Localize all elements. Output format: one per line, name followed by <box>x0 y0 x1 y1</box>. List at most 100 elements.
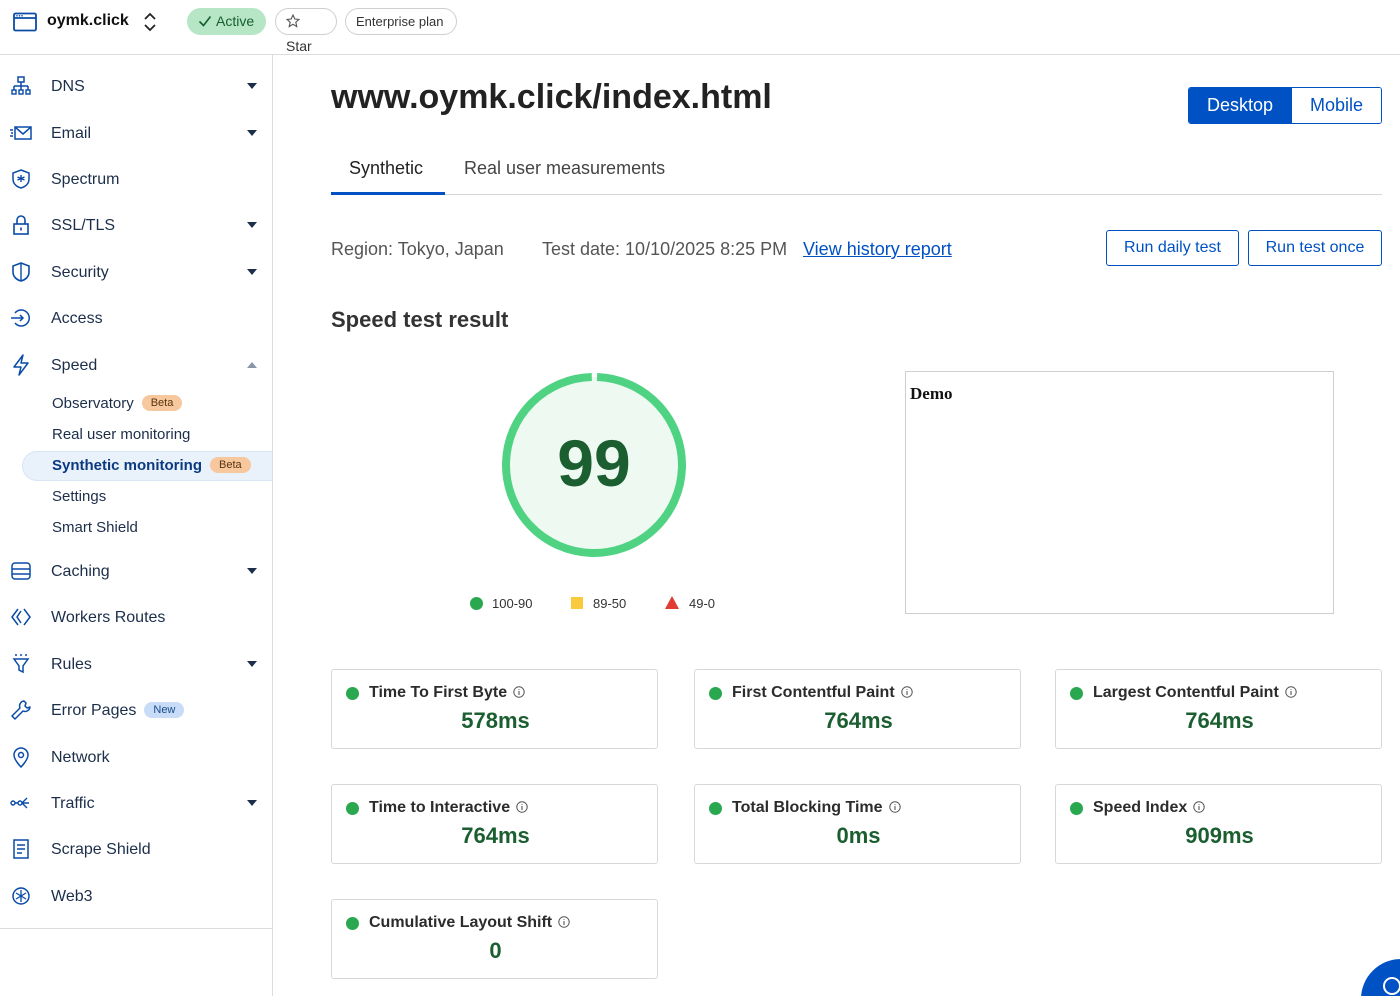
info-icon[interactable] <box>888 801 901 813</box>
triangle-icon <box>665 596 679 609</box>
sidebar-divider <box>0 928 272 929</box>
sidebar-item-speed[interactable]: Speed <box>0 347 272 383</box>
sidebar-item-web3[interactable]: Web3 <box>0 878 272 914</box>
sidebar-item-label: Web3 <box>51 888 93 905</box>
active-tab-indicator <box>331 192 445 195</box>
chat-icon <box>1383 977 1400 995</box>
sidebar: DNS Email Spectrum SSL/TLS Security Acce… <box>0 55 273 996</box>
section-title: Speed test result <box>331 307 509 332</box>
sidebar-subitem-settings[interactable]: Settings <box>22 482 272 512</box>
sidebar-item-label: Network <box>51 749 110 766</box>
sidebar-subitem-observatory[interactable]: Observatory Beta <box>22 389 272 419</box>
rules-icon <box>12 654 30 674</box>
info-icon[interactable] <box>513 686 525 698</box>
metric-value: 578ms <box>461 708 530 733</box>
caret-down-icon <box>247 130 257 136</box>
metric-name: Cumulative Layout Shift <box>369 914 553 931</box>
metric-card-tbt: Total Blocking Time 0ms <box>694 784 1021 864</box>
sidebar-item-dns[interactable]: DNS <box>0 68 272 104</box>
desktop-toggle-button[interactable]: Desktop <box>1189 88 1291 123</box>
info-icon[interactable] <box>558 916 570 928</box>
sidebar-item-workers-routes[interactable]: Workers Routes <box>0 599 272 635</box>
spectrum-icon <box>12 169 30 189</box>
info-icon[interactable] <box>1285 686 1297 698</box>
sidebar-item-security[interactable]: Security <box>0 254 272 290</box>
status-dot-icon <box>346 802 359 815</box>
page-screenshot-preview: Demo <box>905 371 1334 614</box>
status-dot-icon <box>346 917 359 930</box>
sidebar-item-label: Spectrum <box>51 171 120 188</box>
status-dot-icon <box>1070 687 1083 700</box>
bolt-icon <box>13 354 29 376</box>
sidebar-item-label: Speed <box>51 357 98 374</box>
metric-name: Speed Index <box>1093 799 1188 816</box>
sidebar-subitem-real-user-monitoring[interactable]: Real user monitoring <box>22 420 272 450</box>
sidebar-item-email[interactable]: Email <box>0 115 272 151</box>
status-dot-icon <box>709 687 722 700</box>
region-text: Region: Tokyo, Japan <box>331 239 504 259</box>
sidebar-item-scrape-shield[interactable]: Scrape Shield <box>0 831 272 867</box>
sidebar-item-rules[interactable]: Rules <box>0 646 272 682</box>
tab-real-user-measurements[interactable]: Real user measurements <box>464 156 665 180</box>
info-icon[interactable] <box>516 801 528 813</box>
sidebar-item-label: Error Pages <box>51 702 137 719</box>
device-toggle: Desktop Mobile <box>1188 87 1382 124</box>
location-pin-icon <box>13 747 29 768</box>
sidebar-subitem-synthetic-monitoring[interactable]: Synthetic monitoring Beta <box>22 451 272 481</box>
sidebar-item-error-pages[interactable]: Error Pages New <box>0 692 272 728</box>
metric-value: 764ms <box>824 708 893 733</box>
chevron-up-down-icon[interactable] <box>140 11 160 33</box>
metric-card-cls: Cumulative Layout Shift 0 <box>331 899 658 979</box>
preview-text: Demo <box>910 384 953 403</box>
web3-icon <box>12 887 30 905</box>
subitem-label: Settings <box>52 488 107 505</box>
legend-good: 100-90 <box>470 596 532 612</box>
performance-score: 99 <box>557 426 631 500</box>
metric-card-speed-index: Speed Index 909ms <box>1055 784 1382 864</box>
tab-synthetic[interactable]: Synthetic <box>349 156 423 180</box>
sidebar-item-label: DNS <box>51 78 85 95</box>
tab-bar: Synthetic Real user measurements <box>331 142 1382 195</box>
page-title: www.oymk.click/index.html <box>331 78 772 116</box>
legend-good-label: 100-90 <box>492 596 533 611</box>
status-dot-icon <box>346 687 359 700</box>
traffic-icon <box>10 797 29 809</box>
sidebar-item-network[interactable]: Network <box>0 739 272 775</box>
info-icon[interactable] <box>1193 801 1205 813</box>
sidebar-item-label: Workers Routes <box>51 609 166 626</box>
shield-icon <box>12 262 30 282</box>
browser-window-icon <box>13 12 37 32</box>
chat-button[interactable] <box>1361 959 1400 996</box>
subitem-label: Real user monitoring <box>52 426 191 443</box>
info-icon[interactable] <box>900 686 913 698</box>
run-daily-test-button[interactable]: Run daily test <box>1106 230 1239 266</box>
sidebar-item-caching[interactable]: Caching <box>0 553 272 589</box>
run-test-once-button[interactable]: Run test once <box>1248 230 1382 266</box>
wrench-icon <box>11 700 31 720</box>
sidebar-item-ssl-tls[interactable]: SSL/TLS <box>0 207 272 243</box>
status-dot-icon <box>709 802 722 815</box>
dns-icon <box>11 76 31 95</box>
caret-up-icon <box>247 362 257 368</box>
view-history-report-link[interactable]: View history report <box>803 237 952 261</box>
metric-value: 0ms <box>836 823 881 848</box>
star-label: Star <box>286 38 312 54</box>
lock-icon <box>13 215 29 235</box>
star-button[interactable]: Star <box>275 8 337 54</box>
sidebar-item-spectrum[interactable]: Spectrum <box>0 161 272 197</box>
metric-name: Time to Interactive <box>369 799 511 816</box>
metric-value: 0 <box>489 938 502 963</box>
plan-badge[interactable]: Enterprise plan <box>345 8 457 35</box>
sidebar-item-label: Scrape Shield <box>51 841 151 858</box>
legend-poor: 49-0 <box>665 596 715 612</box>
subitem-label: Observatory <box>52 395 134 412</box>
beta-badge: Beta <box>141 395 183 411</box>
mobile-toggle-button[interactable]: Mobile <box>1291 88 1381 123</box>
caret-down-icon <box>247 222 257 228</box>
sidebar-item-traffic[interactable]: Traffic <box>0 785 272 821</box>
site-name[interactable]: oymk.click <box>47 11 129 31</box>
sidebar-item-access[interactable]: Access <box>0 300 272 336</box>
sidebar-subitem-smart-shield[interactable]: Smart Shield <box>22 513 272 543</box>
metric-card-lcp: Largest Contentful Paint 764ms <box>1055 669 1382 749</box>
legend-average-label: 89-50 <box>593 596 627 611</box>
